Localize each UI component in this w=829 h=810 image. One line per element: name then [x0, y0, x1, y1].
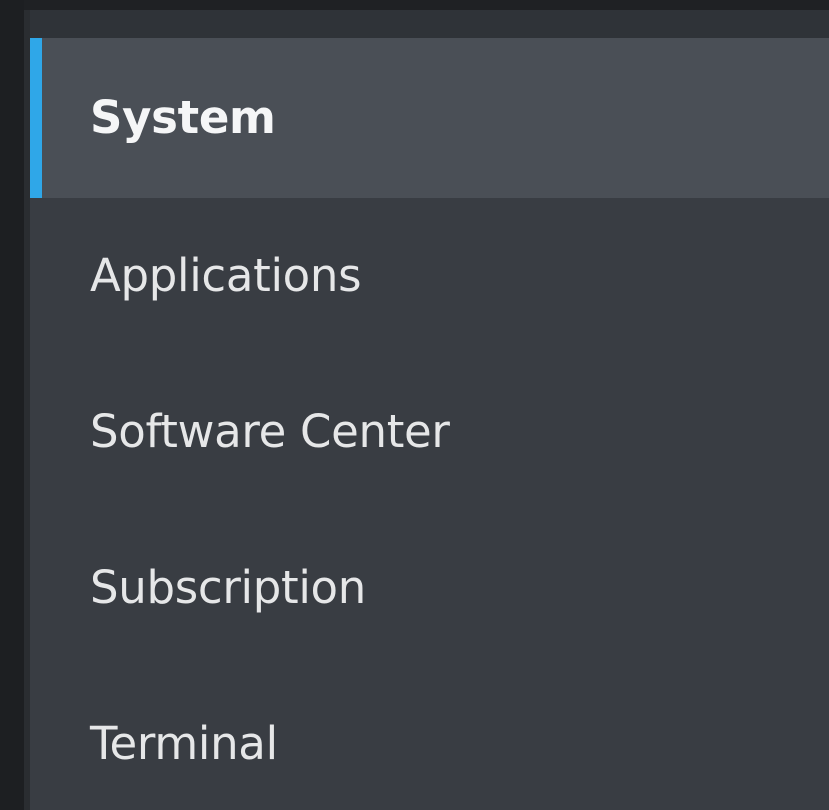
- sidebar-item-subscription[interactable]: Subscription: [30, 510, 829, 666]
- sidebar-item-label: Terminal: [90, 716, 278, 770]
- sidebar-item-terminal[interactable]: Terminal: [30, 666, 829, 810]
- sidebar-item-label: Applications: [90, 248, 362, 302]
- sidebar-item-label: Subscription: [90, 560, 367, 614]
- sidebar-item-software-center[interactable]: Software Center: [30, 354, 829, 510]
- settings-window: System Applications Software Center Subs…: [0, 0, 829, 810]
- window-left-edge: [0, 0, 24, 810]
- sidebar-item-label: System: [90, 90, 276, 144]
- sidebar-item-applications[interactable]: Applications: [30, 198, 829, 354]
- sidebar-item-label: Software Center: [90, 404, 450, 458]
- sidebar: System Applications Software Center Subs…: [24, 10, 829, 810]
- sidebar-item-system[interactable]: System: [30, 38, 829, 198]
- sidebar-top-strip: [30, 10, 829, 38]
- sidebar-menu: System Applications Software Center Subs…: [30, 38, 829, 810]
